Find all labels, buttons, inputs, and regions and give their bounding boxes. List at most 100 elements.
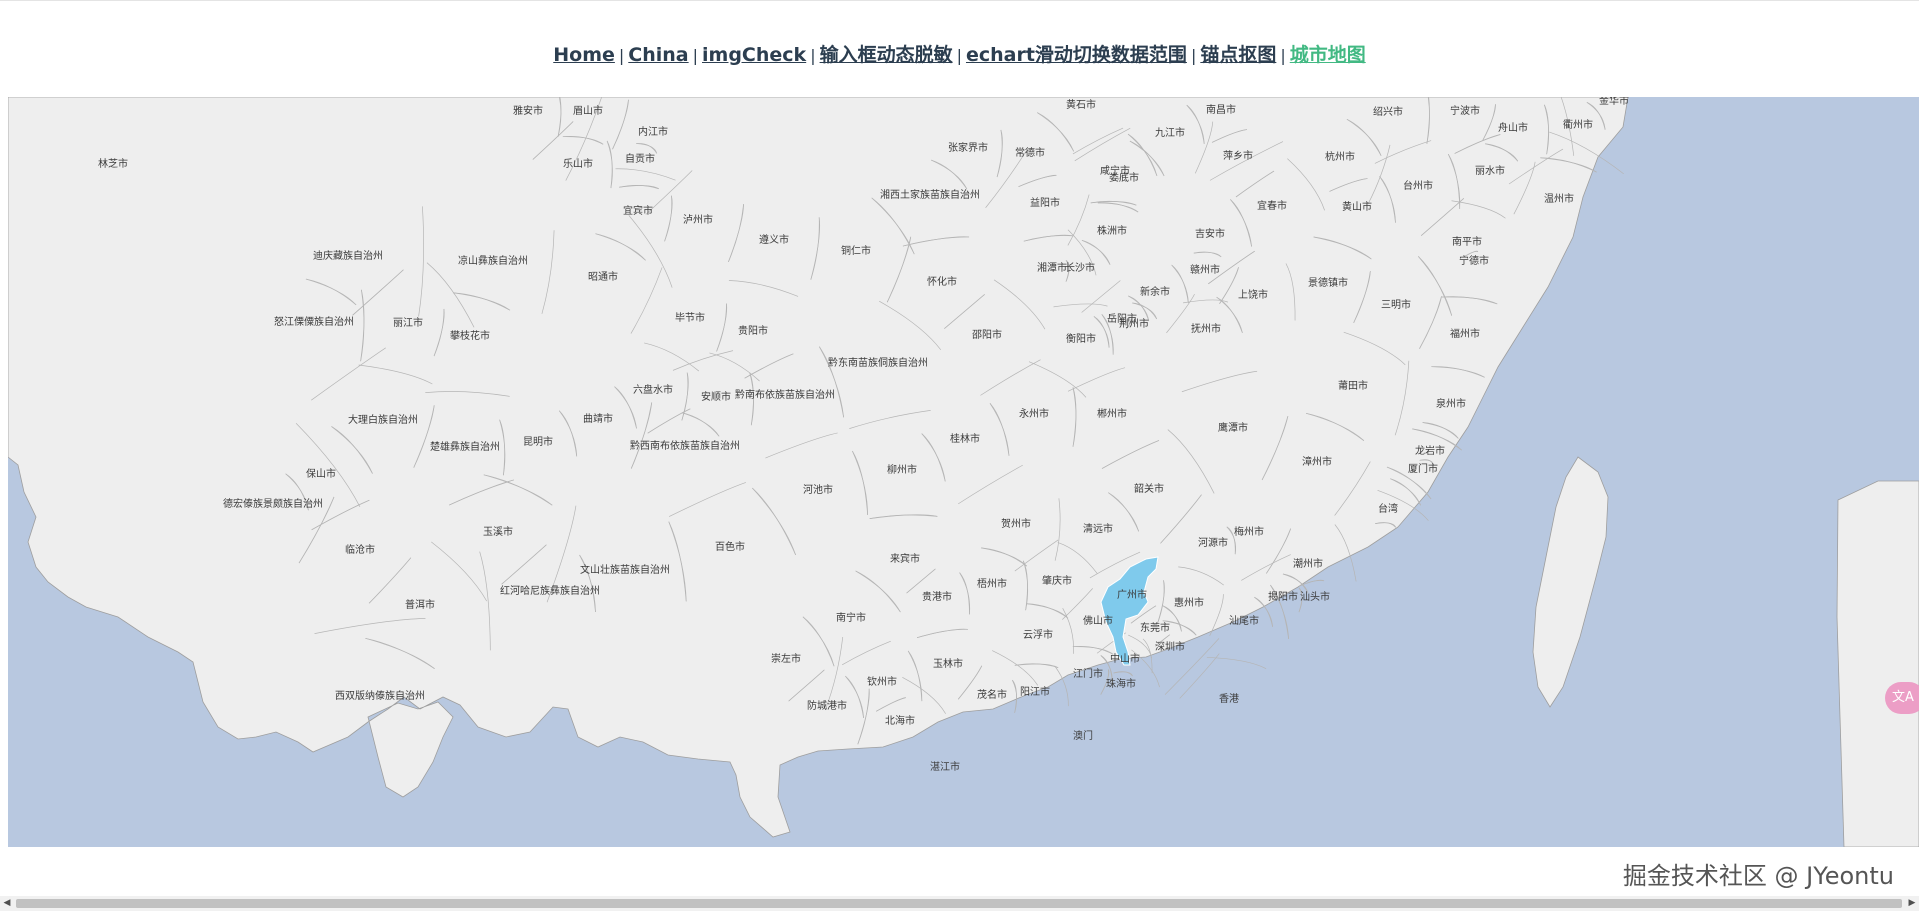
city-label: 乐山市 xyxy=(563,157,593,170)
city-label: 防城港市 xyxy=(807,699,847,712)
city-label: 雅安市 xyxy=(513,104,543,117)
city-label: 梅州市 xyxy=(1234,525,1264,538)
city-label: 张家界市 xyxy=(948,141,988,154)
city-label: 湘西土家族苗族自治州 xyxy=(880,188,980,201)
city-label: 湘潭市 xyxy=(1037,261,1067,274)
city-label: 茂名市 xyxy=(977,688,1007,701)
city-label: 西双版纳傣族自治州 xyxy=(335,689,425,702)
city-label: 龙岩市 xyxy=(1415,444,1445,457)
city-label: 红河哈尼族彝族自治州 xyxy=(500,584,600,597)
city-label: 南昌市 xyxy=(1206,103,1236,116)
nav-link-0[interactable]: Home xyxy=(553,44,615,66)
city-label: 安顺市 xyxy=(701,390,731,403)
city-label: 咸宁市 xyxy=(1100,164,1130,177)
city-label: 衡阳市 xyxy=(1066,332,1096,345)
city-label: 玉溪市 xyxy=(483,525,513,538)
city-label: 河源市 xyxy=(1198,536,1228,549)
city-label: 湛江市 xyxy=(930,760,960,773)
city-label: 香港 xyxy=(1219,693,1239,705)
city-label: 怀化市 xyxy=(927,275,957,288)
city-map[interactable]: 林芝市 雅安市 眉山市 内江市 自贡市 乐山市 宜宾市 泸州市 遵义市 铜仁市 凉山彝族自治州 迪庆藏… xyxy=(8,97,1919,847)
city-label: 黔东南苗族侗族自治州 xyxy=(828,356,928,369)
nav-separator: | xyxy=(692,46,699,65)
scrollbar-thumb[interactable] xyxy=(16,899,1902,908)
city-label: 德宏傣族景颇族自治州 xyxy=(223,497,323,510)
city-label: 三明市 xyxy=(1381,298,1411,311)
city-label: 自贡市 xyxy=(625,152,655,165)
city-label: 丽水市 xyxy=(1475,164,1505,177)
coastal-outline-east xyxy=(1836,480,1919,847)
city-label: 佛山市 xyxy=(1083,614,1113,627)
city-label: 铜仁市 xyxy=(841,244,871,257)
city-label: 来宾市 xyxy=(890,552,920,565)
city-label: 常德市 xyxy=(1015,146,1045,159)
city-label: 迪庆藏族自治州 xyxy=(313,249,383,262)
scroll-right-icon[interactable]: ▶ xyxy=(1905,896,1919,911)
city-label: 凉山彝族自治州 xyxy=(458,254,528,267)
top-border xyxy=(0,0,1919,1)
city-label: 厦门市 xyxy=(1408,462,1438,475)
nav-link-1[interactable]: China xyxy=(628,44,688,66)
city-label: 河池市 xyxy=(803,483,833,496)
watermark: 掘金技术社区 @ JYeontu xyxy=(1622,862,1894,890)
city-label: 江门市 xyxy=(1073,667,1103,680)
city-label: 宁波市 xyxy=(1450,104,1480,117)
city-label: 邵阳市 xyxy=(972,328,1002,341)
city-label: 眉山市 xyxy=(573,104,603,117)
city-label: 株洲市 xyxy=(1097,224,1127,237)
city-label: 泉州市 xyxy=(1436,397,1466,410)
map-canvas[interactable]: 林芝市 雅安市 眉山市内江市自贡市 乐山市宜宾市泸州市遵义市铜仁市凉山彝族自治州 迪庆藏… xyxy=(8,97,1919,847)
city-label: 宜春市 xyxy=(1257,199,1287,212)
city-label: 泸州市 xyxy=(683,213,713,226)
city-label: 东莞市 xyxy=(1140,621,1170,634)
city-label: 潮州市 xyxy=(1293,557,1323,570)
nav-link-4[interactable]: echart滑动切换数据范围 xyxy=(966,44,1187,66)
nav-separator: | xyxy=(1190,46,1197,65)
city-label: 吉安市 xyxy=(1195,227,1225,240)
horizontal-scrollbar[interactable]: ◀ ▶ xyxy=(0,896,1919,911)
city-label: 赣州市 xyxy=(1190,263,1220,276)
city-label: 贵阳市 xyxy=(738,324,768,337)
city-label: 黄石市 xyxy=(1066,98,1096,111)
city-label: 景德镇市 xyxy=(1308,276,1348,289)
nav-link-2[interactable]: imgCheck xyxy=(702,44,806,66)
city-label: 珠海市 xyxy=(1106,677,1136,690)
city-label: 金华市 xyxy=(1599,97,1629,107)
city-label: 衢州市 xyxy=(1563,118,1593,131)
nav-separator: | xyxy=(618,46,625,65)
city-label: 惠州市 xyxy=(1174,596,1204,609)
city-label: 临沧市 xyxy=(345,543,375,556)
city-label: 南宁市 xyxy=(836,611,866,624)
scroll-left-icon[interactable]: ◀ xyxy=(0,896,14,911)
city-label: 鹰潭市 xyxy=(1218,421,1248,434)
city-label: 上饶市 xyxy=(1238,288,1268,301)
city-label: 昆明市 xyxy=(523,435,553,448)
city-label: 深圳市 xyxy=(1155,640,1185,653)
city-label: 广州市 xyxy=(1117,588,1147,601)
city-label: 南平市 xyxy=(1452,235,1482,248)
city-label: 文山壮族苗族自治州 xyxy=(580,563,670,576)
city-label: 莆田市 xyxy=(1338,379,1368,392)
city-label: 曲靖市 xyxy=(583,412,613,425)
city-label: 汕头市 xyxy=(1300,590,1330,603)
city-label: 昭通市 xyxy=(588,270,618,283)
city-label: 揭阳市 xyxy=(1268,590,1298,603)
city-label: 澳门 xyxy=(1073,729,1093,742)
nav-separator: | xyxy=(956,46,962,65)
nav-link-3[interactable]: 输入框动态脱敏 xyxy=(820,44,953,66)
city-label: 六盘水市 xyxy=(633,383,673,396)
nav-link-5[interactable]: 锚点抠图 xyxy=(1200,44,1276,66)
city-label: 保山市 xyxy=(306,467,336,480)
city-label: 林芝市 xyxy=(98,157,128,170)
city-label: 遵义市 xyxy=(759,233,789,246)
city-label: 韶关市 xyxy=(1134,482,1164,495)
nav-separator: | xyxy=(1280,46,1286,65)
city-label: 中山市 xyxy=(1110,652,1140,665)
city-label: 台湾 xyxy=(1378,502,1398,515)
city-label: 宁德市 xyxy=(1459,254,1489,267)
city-label: 温州市 xyxy=(1544,192,1574,205)
nav-link-6[interactable]: 城市地图 xyxy=(1290,44,1366,66)
city-label: 黔西南布依族苗族自治州 xyxy=(630,439,740,452)
translate-button[interactable]: 文A xyxy=(1885,682,1919,714)
city-label: 桂林市 xyxy=(950,432,980,445)
